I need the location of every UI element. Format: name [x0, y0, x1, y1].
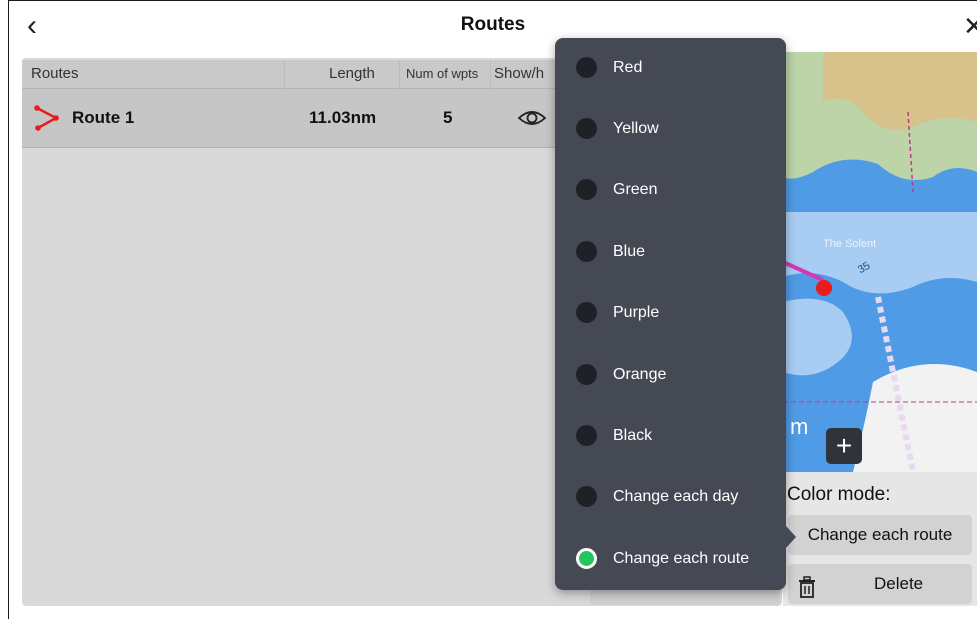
radio-dot — [576, 118, 597, 139]
column-header-routes[interactable]: Routes — [31, 60, 79, 88]
color-option-label: Change each route — [613, 550, 750, 567]
color-option-purple[interactable]: Purple — [555, 283, 786, 343]
color-option-yellow[interactable]: Yellow — [555, 99, 786, 159]
menu-pointer — [786, 526, 796, 548]
page-title: Routes — [460, 14, 526, 35]
map-place-label: The Solent — [823, 238, 877, 250]
delete-button[interactable]: Delete — [788, 564, 972, 604]
color-option-label: Purple — [613, 304, 660, 321]
route-length: 11.03nm — [309, 108, 377, 127]
color-option-label: Blue — [613, 243, 646, 260]
color-option-blue[interactable]: Blue — [555, 222, 786, 282]
color-option-label: Red — [613, 59, 643, 76]
color-option-label: Green — [613, 181, 658, 198]
radio-dot — [576, 425, 597, 446]
color-option-label: Yellow — [613, 120, 659, 137]
radio-dot — [576, 486, 597, 507]
color-option-green[interactable]: Green — [555, 160, 786, 220]
route-waypoint-count: 5 — [443, 108, 453, 127]
color-option-label: Orange — [613, 366, 667, 383]
chart-map[interactable]: The Solent 35 — [783, 52, 977, 472]
delete-button-label: Delete — [874, 574, 924, 593]
trash-icon — [798, 573, 816, 613]
route-icon — [34, 105, 60, 136]
table-row[interactable]: Route 1 11.03nm 5 — [22, 89, 562, 148]
close-icon[interactable]: ✕ — [963, 11, 977, 41]
column-header-length[interactable]: Length — [329, 60, 375, 88]
column-header-waypoints[interactable]: Num of wpts — [406, 60, 478, 88]
color-option-change-each-day[interactable]: Change each day — [555, 467, 786, 527]
radio-dot — [576, 179, 597, 200]
color-menu: Red Yellow Green Blue Purple Orange Blac… — [555, 38, 786, 590]
color-option-orange[interactable]: Orange — [555, 345, 786, 405]
radio-dot — [576, 302, 597, 323]
window-frame-left — [8, 0, 9, 619]
color-option-change-each-route[interactable]: Change each route — [555, 529, 786, 589]
map-scale-text: m — [790, 414, 809, 439]
column-header-show-hide[interactable]: Show/h — [494, 60, 544, 88]
color-mode-button[interactable]: Change each route — [788, 515, 972, 555]
plus-icon[interactable]: + — [826, 428, 862, 464]
color-option-label: Black — [613, 427, 653, 444]
route-name: Route 1 — [72, 108, 135, 127]
color-mode-label: Color mode: — [787, 484, 891, 505]
radio-dot — [576, 364, 597, 385]
color-option-red[interactable]: Red — [555, 38, 786, 98]
radio-dot-selected — [576, 548, 597, 569]
eye-icon[interactable] — [517, 106, 547, 135]
color-option-black[interactable]: Black — [555, 406, 786, 466]
radio-dot — [576, 241, 597, 262]
radio-dot — [576, 57, 597, 78]
title-bar: ‹ Routes ✕ — [9, 1, 977, 51]
color-option-label: Change each day — [613, 488, 739, 505]
table-header: Routes Length Num of wpts Show/h — [22, 60, 562, 89]
